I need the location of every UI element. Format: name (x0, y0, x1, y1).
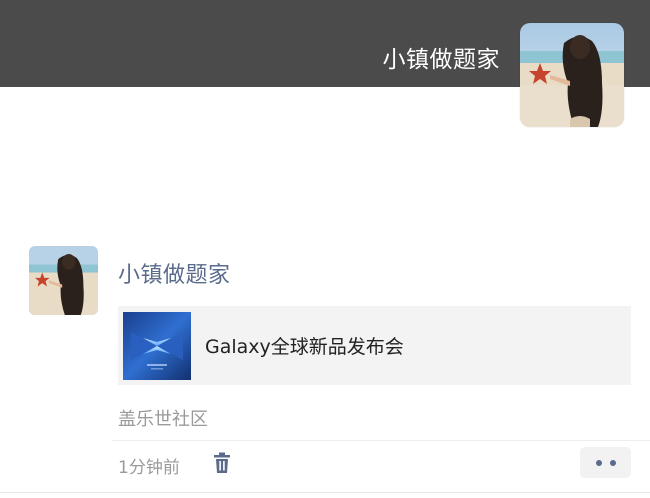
divider (0, 492, 650, 493)
galaxy-event-thumbnail-icon (123, 311, 191, 380)
two-dots-icon (595, 459, 616, 466)
avatar-photo-icon (520, 23, 624, 127)
post-source[interactable]: 盖乐世社区 (118, 405, 208, 431)
more-actions-button[interactable] (580, 447, 631, 478)
cover-username: 小镇做题家 (382, 47, 500, 73)
post-author-avatar[interactable] (29, 246, 98, 315)
post-timestamp: 1分钟前 (118, 458, 180, 478)
avatar-photo-icon (29, 246, 98, 315)
link-card-title: Galaxy全球新品发布会 (205, 336, 404, 358)
link-card[interactable]: Galaxy全球新品发布会 (118, 306, 631, 385)
post-author-name[interactable]: 小镇做题家 (118, 257, 231, 289)
trash-icon[interactable] (212, 452, 232, 474)
profile-avatar[interactable] (520, 23, 624, 127)
divider (112, 440, 650, 441)
